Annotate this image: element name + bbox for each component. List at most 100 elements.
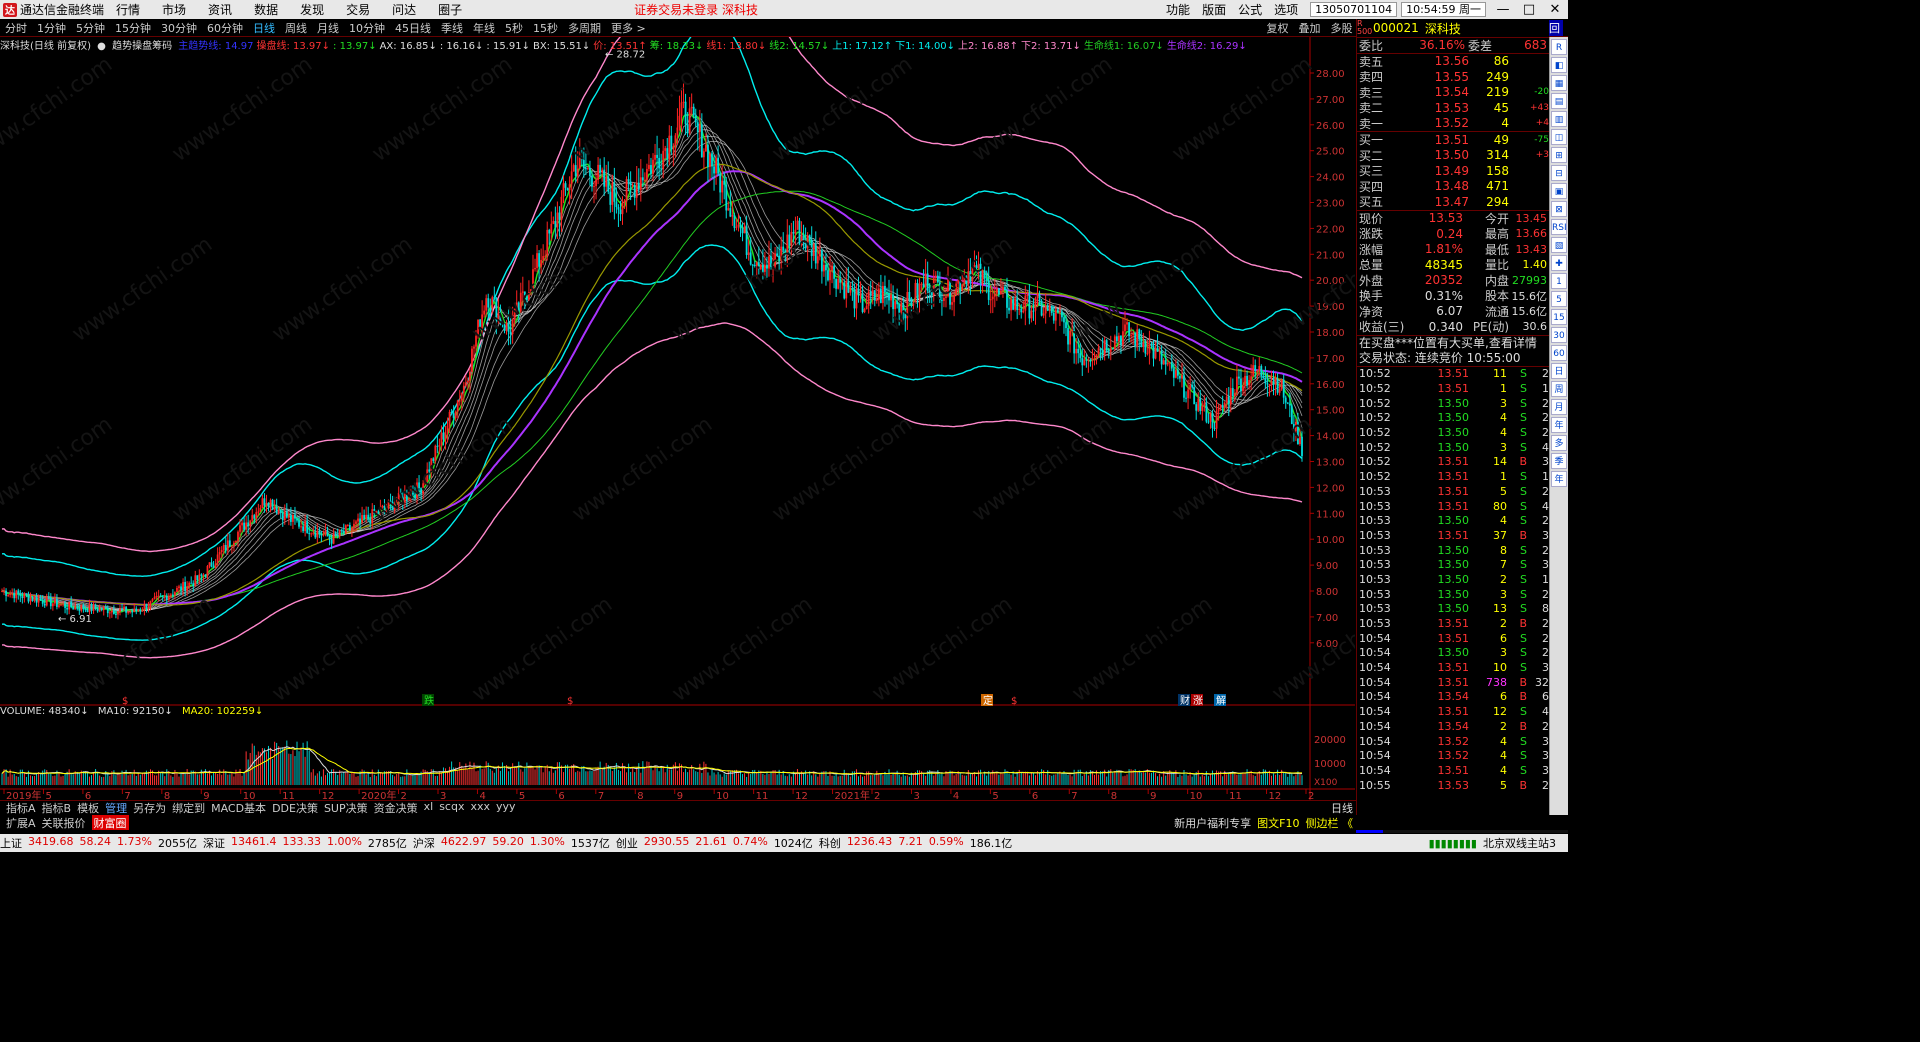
period-tab-3[interactable]: 15分钟	[115, 20, 151, 36]
close-icon[interactable]: ✕	[1542, 2, 1568, 17]
indicator-tab-11[interactable]: scqx	[439, 801, 464, 815]
period-tab-0[interactable]: 分时	[5, 20, 27, 36]
period-tab-8[interactable]: 月线	[317, 20, 339, 36]
toolbar-btn-1[interactable]: 叠加	[1298, 20, 1320, 36]
period-label[interactable]: 日线	[1331, 801, 1353, 815]
indicator-tab-1[interactable]: 指标B	[42, 801, 72, 815]
login-notice[interactable]: 证券交易未登录 深科技	[634, 1, 758, 18]
menu-item-4[interactable]: 发现	[300, 3, 324, 17]
indicator-tab-12[interactable]: xxx	[470, 801, 490, 815]
indicator-tab-6[interactable]: MACD基本	[211, 801, 266, 815]
side-icon-21[interactable]: 年	[1551, 417, 1567, 433]
indicator-tab-7[interactable]: DDE决策	[272, 801, 318, 815]
server-name[interactable]: 北京双线主站3	[1483, 835, 1556, 851]
event-marker[interactable]: 财	[1180, 694, 1190, 707]
extension-tab-0[interactable]: 扩展A	[6, 815, 36, 830]
index-name[interactable]: 上证	[0, 835, 22, 851]
index-name[interactable]: 创业	[616, 835, 638, 851]
menu-item-7[interactable]: 圈子	[438, 3, 462, 17]
event-marker[interactable]: 定	[983, 694, 993, 707]
right-menu-1[interactable]: 版面	[1202, 1, 1226, 18]
chart-canvas[interactable]: 28.0027.0026.0025.0024.0023.0022.0021.00…	[0, 37, 1355, 800]
period-tab-13[interactable]: 5秒	[505, 20, 523, 36]
indicator-name[interactable]: 趋势操盘筹码	[112, 41, 172, 52]
account-box[interactable]: 13050701104	[1310, 2, 1398, 17]
side-icon-11[interactable]: ▧	[1551, 237, 1567, 253]
side-icon-5[interactable]: ◫	[1551, 129, 1567, 145]
side-icon-6[interactable]: ⊞	[1551, 147, 1567, 163]
menu-item-0[interactable]: 行情	[116, 3, 140, 17]
period-tab-5[interactable]: 60分钟	[207, 20, 243, 36]
indicator-tab-10[interactable]: xl	[424, 801, 434, 815]
menu-item-3[interactable]: 数据	[254, 3, 278, 17]
period-tab-4[interactable]: 30分钟	[161, 20, 197, 36]
maximize-icon[interactable]: □	[1516, 2, 1542, 17]
side-icon-18[interactable]: 日	[1551, 363, 1567, 379]
event-marker[interactable]: $	[1011, 696, 1017, 707]
side-icon-20[interactable]: 月	[1551, 399, 1567, 415]
side-icon-14[interactable]: 5	[1551, 291, 1567, 307]
period-tab-1[interactable]: 1分钟	[37, 20, 66, 36]
extension-tab-2[interactable]: 财富圈	[91, 815, 129, 830]
side-icon-1[interactable]: ◧	[1551, 57, 1567, 73]
toolbar-btn-0[interactable]: 复权	[1266, 20, 1288, 36]
period-tab-12[interactable]: 年线	[473, 20, 495, 36]
minimize-icon[interactable]: —	[1490, 2, 1516, 17]
side-icon-8[interactable]: ▣	[1551, 183, 1567, 199]
indicator-tab-5[interactable]: 绑定到	[172, 801, 205, 815]
side-icon-15[interactable]: 15	[1551, 309, 1567, 325]
index-name[interactable]: 科创	[819, 835, 841, 851]
event-marker[interactable]: 涨	[1193, 695, 1203, 707]
side-icon-19[interactable]: 周	[1551, 381, 1567, 397]
period-tab-16[interactable]: 更多 >	[611, 20, 646, 36]
side-icon-4[interactable]: ▥	[1551, 111, 1567, 127]
period-tab-15[interactable]: 多周期	[568, 20, 601, 36]
side-icon-10[interactable]: RSI	[1551, 219, 1567, 235]
toolbar-btn-2[interactable]: 多股	[1330, 20, 1352, 36]
menu-item-5[interactable]: 交易	[346, 3, 370, 17]
side-icon-24[interactable]: 年	[1551, 471, 1567, 487]
event-marker[interactable]: 跌	[424, 694, 434, 707]
indicator-tab-0[interactable]: 指标A	[6, 801, 36, 815]
side-icon-0[interactable]: R	[1551, 39, 1567, 55]
sidebar-toggle[interactable]: 侧边栏 《	[1306, 815, 1354, 830]
event-marker[interactable]: 解	[1216, 694, 1226, 707]
side-icon-13[interactable]: 1	[1551, 273, 1567, 289]
kline-chart[interactable]: www.cfchi.com www.cfchi.com www.cfchi.com w…	[0, 37, 1355, 800]
side-icon-3[interactable]: ▤	[1551, 93, 1567, 109]
menu-item-1[interactable]: 市场	[162, 3, 186, 17]
indicator-tab-4[interactable]: 另存为	[133, 801, 166, 815]
settings-icon[interactable]: ●	[97, 41, 106, 52]
event-marker[interactable]: $	[567, 696, 573, 707]
indicator-tab-2[interactable]: 模板	[77, 801, 99, 815]
side-icon-16[interactable]: 30	[1551, 327, 1567, 343]
index-name[interactable]: 深证	[203, 835, 225, 851]
right-menu-2[interactable]: 公式	[1238, 1, 1262, 18]
period-tab-2[interactable]: 5分钟	[76, 20, 105, 36]
side-icon-17[interactable]: 60	[1551, 345, 1567, 361]
bigorder-info[interactable]: 在买盘***位置有大买单,查看详情	[1357, 334, 1549, 350]
extension-tab-1[interactable]: 关联报价	[42, 815, 86, 830]
indicator-tab-13[interactable]: yyy	[496, 801, 516, 815]
period-tab-9[interactable]: 10分钟	[349, 20, 385, 36]
side-icon-12[interactable]: ✚	[1551, 255, 1567, 271]
side-icon-2[interactable]: ▦	[1551, 75, 1567, 91]
menu-item-6[interactable]: 问达	[392, 3, 416, 17]
period-tab-6[interactable]: 日线	[253, 20, 275, 36]
f10-link[interactable]: 图文F10	[1257, 815, 1299, 830]
indicator-tab-8[interactable]: SUP决策	[324, 801, 368, 815]
period-tab-10[interactable]: 45日线	[395, 20, 431, 36]
side-icon-7[interactable]: ⊟	[1551, 165, 1567, 181]
right-menu-0[interactable]: 功能	[1166, 1, 1190, 18]
side-icon-9[interactable]: ⊠	[1551, 201, 1567, 217]
news-link[interactable]: 新用户福利专享	[1174, 815, 1251, 830]
indicator-tab-9[interactable]: 资金决策	[374, 801, 418, 815]
period-tab-7[interactable]: 周线	[285, 20, 307, 36]
period-tab-11[interactable]: 季线	[441, 20, 463, 36]
period-tab-14[interactable]: 15秒	[533, 20, 558, 36]
right-menu-3[interactable]: 选项	[1274, 1, 1298, 18]
side-icon-22[interactable]: 多	[1551, 435, 1567, 451]
index-name[interactable]: 沪深	[413, 835, 435, 851]
menu-item-2[interactable]: 资讯	[208, 3, 232, 17]
side-icon-23[interactable]: 季	[1551, 453, 1567, 469]
